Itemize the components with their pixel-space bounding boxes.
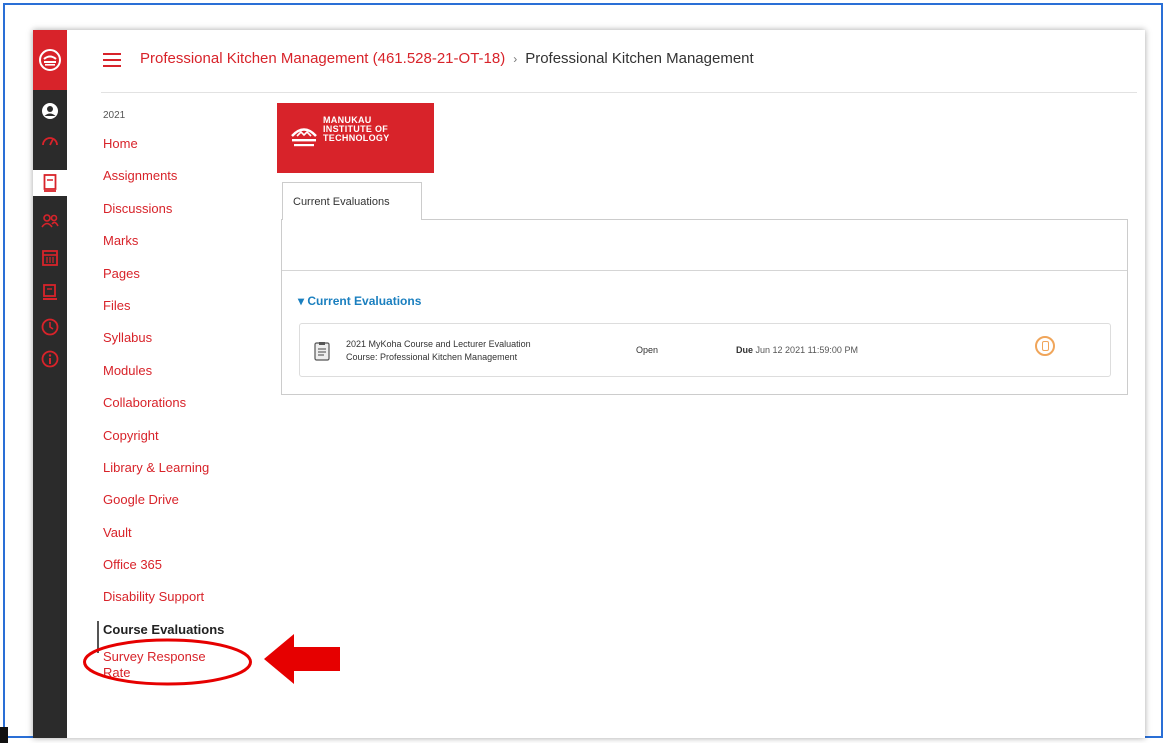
lms-window: Professional Kitchen Management (461.528… <box>33 30 1145 738</box>
evaluation-due: Due Jun 12 2021 11:59:00 PM <box>736 345 858 355</box>
course-nav-files[interactable]: Files <box>101 297 241 329</box>
groups-icon[interactable] <box>33 208 67 234</box>
course-nav-disability-support[interactable]: Disability Support <box>101 588 241 620</box>
course-nav-pages[interactable]: Pages <box>101 265 241 297</box>
institution-logo-icon[interactable] <box>33 30 67 90</box>
evaluation-course: Course: Professional Kitchen Management <box>346 352 518 362</box>
evaluation-name[interactable]: 2021 MyKoha Course and Lecturer Evaluati… <box>346 338 531 364</box>
header-divider <box>101 92 1137 93</box>
courses-icon[interactable] <box>33 170 67 196</box>
course-nav-collaborations[interactable]: Collaborations <box>101 394 241 426</box>
account-icon[interactable] <box>33 98 67 124</box>
evaluations-panel: ▾ Current Evaluations 2021 MyKoha Course… <box>281 219 1128 395</box>
breadcrumb-current: Professional Kitchen Management <box>525 50 754 67</box>
brand-text: MANUKAU INSTITUTE OF TECHNOLOGY <box>323 116 390 143</box>
corner-mark <box>0 727 8 743</box>
course-nav-vault[interactable]: Vault <box>101 524 241 556</box>
course-nav-office-365[interactable]: Office 365 <box>101 556 241 588</box>
dashboard-icon[interactable] <box>33 127 67 153</box>
breadcrumb: Professional Kitchen Management (461.528… <box>140 50 754 67</box>
course-nav-assignments[interactable]: Assignments <box>101 167 241 199</box>
breadcrumb-separator: › <box>513 52 518 66</box>
preview-icon <box>1042 341 1049 351</box>
course-nav-google-drive[interactable]: Google Drive <box>101 491 241 523</box>
course-nav-syllabus[interactable]: Syllabus <box>101 329 241 361</box>
inbox-icon[interactable] <box>33 280 67 306</box>
history-icon[interactable] <box>33 314 67 340</box>
highlight-ellipse <box>83 638 252 686</box>
panel-divider <box>282 270 1127 271</box>
course-nav-modules[interactable]: Modules <box>101 362 241 394</box>
document-icon <box>313 341 331 361</box>
global-nav <box>33 30 67 738</box>
due-date: Jun 12 2021 11:59:00 PM <box>755 345 858 355</box>
current-evaluations-toggle[interactable]: ▾ Current Evaluations <box>298 294 421 308</box>
evaluation-title: 2021 MyKoha Course and Lecturer Evaluati… <box>346 339 531 349</box>
due-label: Due <box>736 345 754 355</box>
course-nav-copyright[interactable]: Copyright <box>101 427 241 459</box>
course-nav-home[interactable]: Home <box>101 135 241 167</box>
course-nav: 2021 Home Assignments Discussions Marks … <box>97 110 241 685</box>
annotation-arrow-icon <box>264 634 340 684</box>
help-icon[interactable] <box>33 346 67 372</box>
top-bar: Professional Kitchen Management (461.528… <box>67 30 1145 92</box>
brand-line-3: TECHNOLOGY <box>323 133 390 143</box>
course-term: 2021 <box>103 110 126 121</box>
calendar-icon[interactable] <box>33 244 67 270</box>
course-nav-library-learning[interactable]: Library & Learning <box>101 459 241 491</box>
hamburger-menu-icon[interactable] <box>103 53 121 67</box>
course-nav-marks[interactable]: Marks <box>101 232 241 264</box>
breadcrumb-course-link[interactable]: Professional Kitchen Management (461.528… <box>140 50 505 67</box>
evaluation-status: Open <box>636 345 659 355</box>
tab-current-evaluations[interactable]: Current Evaluations <box>282 182 422 220</box>
evaluation-row[interactable]: 2021 MyKoha Course and Lecturer Evaluati… <box>299 323 1111 377</box>
preview-evaluation-button[interactable] <box>1035 336 1055 356</box>
course-nav-discussions[interactable]: Discussions <box>101 200 241 232</box>
manukau-logo: MANUKAU INSTITUTE OF TECHNOLOGY <box>277 103 434 173</box>
